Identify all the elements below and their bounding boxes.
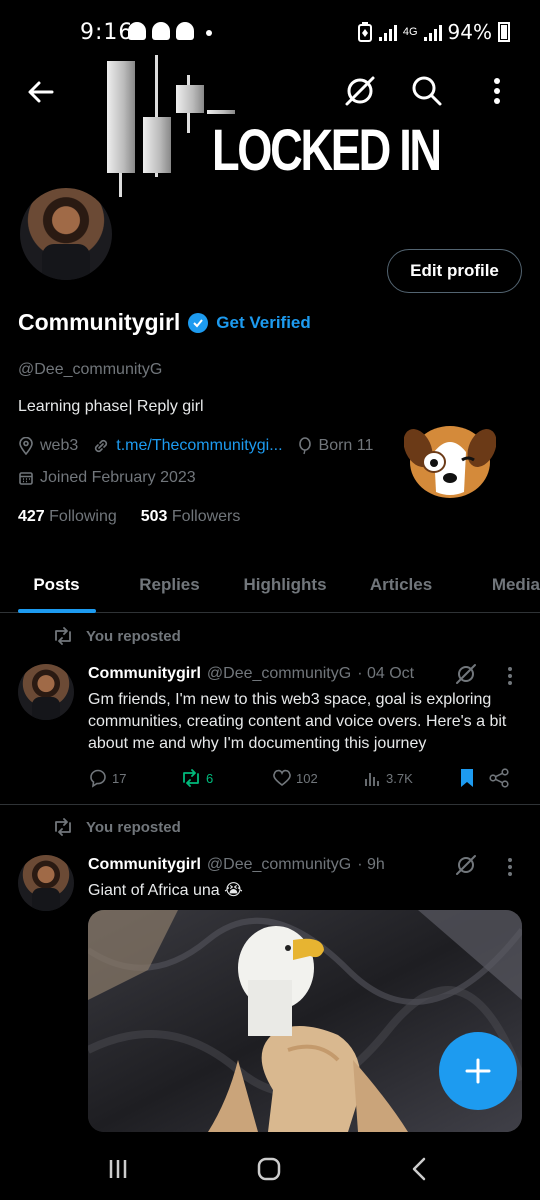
repost-indicator: You reposted [52,627,181,645]
name-row: Communitygirl Get Verified [18,309,311,336]
system-navigation-bar [0,1132,540,1200]
tab-replies[interactable]: Replies [113,556,226,613]
edit-profile-button[interactable]: Edit profile [387,249,522,293]
birthday-item: Born 11 [297,437,374,455]
repost-label: You reposted [86,627,181,645]
banner-title: LOCKED IN [212,118,442,183]
followers-count: 503 [140,508,168,525]
more-vertical-icon[interactable] [479,73,515,109]
back-icon[interactable] [405,1154,435,1184]
post-author-name[interactable]: Communitygirl [88,665,201,683]
born-text: Born 11 [318,437,374,454]
tab-highlights[interactable]: Highlights [226,556,344,613]
status-time: 9:16 [80,20,134,45]
reply-action[interactable]: 17 [88,768,180,788]
snapchat-icon [176,22,194,40]
repost-action[interactable]: 6 [180,769,272,787]
views-chart-icon [365,773,379,786]
profile-meta: web3 t.me/Thecommunitygi... Born 11 [18,437,387,455]
recent-apps-icon[interactable] [103,1154,133,1184]
plus-icon [465,1058,491,1084]
profile-bio: Learning phase| Reply girl [18,398,204,415]
signal-icon [423,23,442,41]
joined-item: Joined February 2023 [18,469,196,487]
joined-text: Joined February 2023 [40,469,196,486]
search-icon[interactable] [409,73,445,109]
home-icon[interactable] [254,1154,284,1184]
tab-media[interactable]: Media [458,556,540,613]
battery-icon [498,22,510,42]
tab-articles[interactable]: Articles [344,556,458,613]
post-divider [0,804,540,805]
views-action[interactable]: 3.7K [364,769,456,787]
post-time: · 04 Oct [357,665,415,682]
profile-link[interactable]: t.me/Thecommunitygi... [116,437,282,455]
compose-post-button[interactable] [439,1032,517,1110]
following-label: Following [49,508,117,525]
reply-icon [90,769,106,788]
battery-saver-icon [357,22,372,42]
verified-badge-icon[interactable] [188,312,209,333]
grok-icon[interactable] [454,853,478,877]
post-header: Communitygirl @Dee_communityG · 04 Oct [88,665,414,683]
snapchat-icon [152,22,170,40]
notification-icons [128,22,212,40]
followers-stat[interactable]: 503 Followers [141,508,241,526]
post-text: Gm friends, I'm new to this web3 space, … [88,691,507,752]
post-avatar[interactable] [18,855,74,911]
following-count: 427 [18,508,45,525]
followers-label: Followers [171,508,241,525]
repost-indicator: You reposted [52,818,181,836]
display-name: Communitygirl [18,309,181,335]
follow-stats: 427 Following 503 Followers [18,508,240,526]
repost-count: 6 [206,770,214,786]
following-stat[interactable]: 427 Following [18,508,117,526]
repost-label: You reposted [86,818,181,836]
post-author-handle: @Dee_communityG [206,665,352,682]
post-header: Communitygirl @Dee_communityG · 9h [88,856,385,874]
heart-icon [273,769,291,787]
link-item[interactable]: t.me/Thecommunitygi... [92,437,283,455]
reply-count: 17 [112,770,127,786]
grok-icon[interactable] [342,73,378,109]
tab-posts[interactable]: Posts [0,556,113,613]
dog-mask-sticker [404,426,496,498]
grok-icon[interactable] [454,662,478,686]
back-arrow-icon[interactable] [24,75,58,109]
repost-icon [183,769,199,787]
more-notifications-dot [206,30,212,36]
repost-icon [55,627,71,645]
post-text: Giant of Africa una 😭 [88,882,243,899]
profile-handle: @Dee_communityG [18,361,163,378]
post-time: · 9h [357,856,385,873]
profile-tabs: Posts Replies Highlights Articles Media [0,556,540,613]
profile-avatar[interactable] [16,184,116,284]
calendar-icon [19,472,33,485]
post-more-icon[interactable] [506,856,514,878]
system-indicators: 4G 94% [357,20,510,44]
signal-icon [378,23,397,41]
share-icon[interactable] [488,768,510,788]
views-count: 3.7K [386,770,413,786]
location-item: web3 [18,437,78,455]
repost-icon [55,818,71,836]
post-avatar[interactable] [18,664,74,720]
link-icon [95,439,108,453]
location-pin-icon [19,437,33,455]
profile-banner: LOCKED IN [0,55,540,203]
location-text: web3 [40,437,79,454]
post-actions: 17 6 102 3.7K [88,768,518,788]
bookmark-icon[interactable] [458,768,476,788]
snapchat-icon [128,22,146,40]
like-action[interactable]: 102 [272,769,364,787]
like-count: 102 [296,770,318,786]
post-author-name[interactable]: Communitygirl [88,856,201,874]
get-verified-link[interactable]: Get Verified [216,313,310,333]
battery-percent: 94% [447,20,492,44]
network-type: 4G [402,26,418,38]
balloon-icon [298,437,311,455]
status-bar: 9:16 4G 94% [0,0,540,62]
post-more-icon[interactable] [506,665,514,687]
post-author-handle: @Dee_communityG [206,856,352,873]
